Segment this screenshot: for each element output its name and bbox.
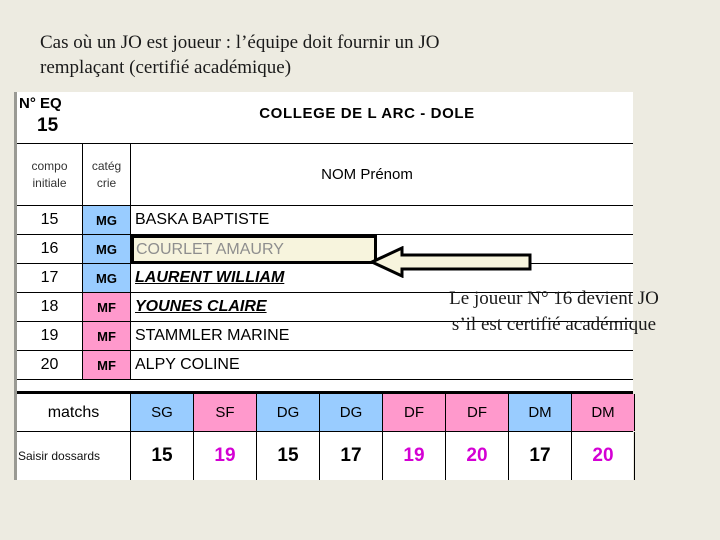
player-number[interactable]: 15: [17, 206, 83, 234]
dossards-row: Saisir dossards 15 19 15 17 19 20 17 20: [17, 432, 635, 480]
dossard-cell[interactable]: 19: [194, 432, 257, 480]
annotation-line-2: s’il est certifié académique: [451, 314, 657, 335]
dossard-cell[interactable]: 15: [131, 432, 194, 480]
header-categorie: catég crie: [83, 144, 131, 205]
player-category[interactable]: MG: [83, 264, 131, 292]
matches-label: matchs: [17, 394, 131, 431]
dossard-cell[interactable]: 19: [383, 432, 446, 480]
match-type-cell[interactable]: SF: [194, 394, 257, 431]
dossard-cell[interactable]: 17: [320, 432, 383, 480]
player-name-highlighted[interactable]: COURLET AMAURY: [131, 235, 377, 264]
table-row[interactable]: 15 MG BASKA BAPTISTE: [17, 206, 633, 235]
match-type-cells: SG SF DG DG DF DF DM DM: [131, 394, 635, 431]
player-number[interactable]: 18: [17, 293, 83, 321]
team-number-value[interactable]: 15: [19, 113, 131, 139]
sheet-column-headers: compo initiale catég crie NOM Prénom: [17, 144, 633, 206]
dossard-cell[interactable]: 15: [257, 432, 320, 480]
player-category[interactable]: MF: [83, 322, 131, 350]
dossard-cell[interactable]: 20: [572, 432, 635, 480]
matches-header-row: matchs SG SF DG DG DF DF DM DM: [17, 394, 635, 432]
match-type-cell[interactable]: DM: [572, 394, 635, 431]
match-type-cell[interactable]: DM: [509, 394, 572, 431]
annotation-line-1: Le joueur N° 16 devient JO: [449, 288, 659, 309]
player-category[interactable]: MF: [83, 351, 131, 379]
sheet-spacer-row: [17, 380, 633, 394]
player-name[interactable]: BASKA BAPTISTE: [131, 206, 633, 234]
match-type-cell[interactable]: SG: [131, 394, 194, 431]
match-type-cell[interactable]: DF: [383, 394, 446, 431]
player-name[interactable]: ALPY COLINE: [131, 351, 633, 379]
left-arrow-icon: [368, 245, 532, 279]
header-categ-line2: crie: [96, 175, 117, 190]
player-category[interactable]: MF: [83, 293, 131, 321]
caption-line-1: Cas où un JO est joueur : l’équipe doit …: [40, 32, 440, 53]
header-compo-line2: initiale: [32, 175, 67, 190]
dossard-cell[interactable]: 17: [509, 432, 572, 480]
table-row[interactable]: 16 MG COURLET AMAURY: [17, 235, 633, 264]
header-categ-line1: catég: [91, 158, 122, 173]
player-category[interactable]: MG: [83, 235, 131, 263]
sheet-title-row: N° EQ 15 COLLEGE DE L ARC - DOLE: [17, 92, 633, 144]
team-number-label: N° EQ: [19, 95, 62, 112]
caption-line-2: remplaçant (certifié académique): [40, 57, 292, 78]
header-compo-line1: compo: [31, 158, 68, 173]
player-category[interactable]: MG: [83, 206, 131, 234]
team-number-block: N° EQ 15: [17, 92, 131, 143]
school-name: COLLEGE DE L ARC - DOLE: [259, 105, 475, 122]
callout-arrow: [368, 245, 532, 279]
header-nom-prenom: NOM Prénom: [321, 166, 413, 183]
player-number[interactable]: 16: [17, 235, 83, 263]
player-number[interactable]: 19: [17, 322, 83, 350]
player-number[interactable]: 17: [17, 264, 83, 292]
dossard-value-cells: 15 19 15 17 19 20 17 20: [131, 432, 635, 480]
match-type-cell[interactable]: DG: [320, 394, 383, 431]
dossard-cell[interactable]: 20: [446, 432, 509, 480]
table-row[interactable]: 20 MF ALPY COLINE: [17, 351, 633, 380]
header-compo-initiale: compo initiale: [17, 144, 83, 205]
page-caption: Cas où un JO est joueur : l’équipe doit …: [40, 30, 640, 80]
callout-annotation: Le joueur N° 16 devient JO s’il est cert…: [404, 286, 704, 338]
match-type-cell[interactable]: DF: [446, 394, 509, 431]
dossards-label: Saisir dossards: [17, 432, 131, 480]
match-type-cell[interactable]: DG: [257, 394, 320, 431]
player-number[interactable]: 20: [17, 351, 83, 379]
